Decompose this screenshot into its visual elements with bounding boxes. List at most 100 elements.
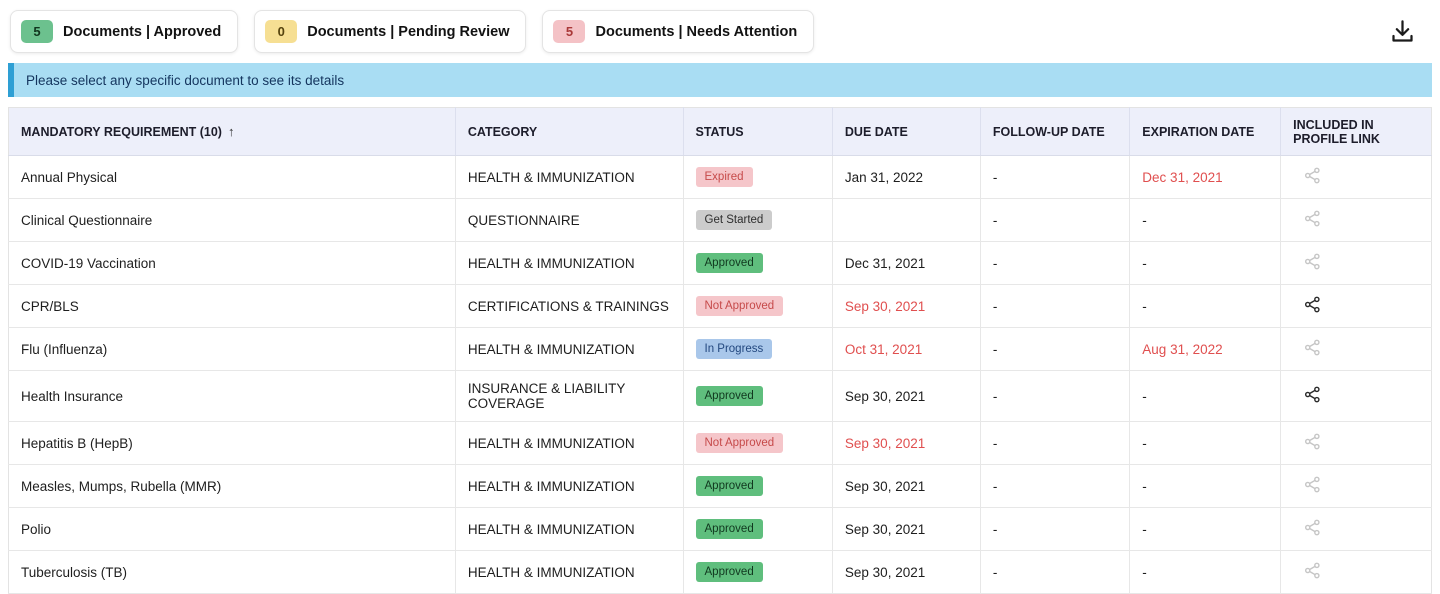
- category-cell: HEALTH & IMMUNIZATION: [455, 508, 683, 551]
- category-cell: HEALTH & IMMUNIZATION: [455, 242, 683, 285]
- table-row[interactable]: CPR/BLS CERTIFICATIONS & TRAININGS Not A…: [9, 285, 1432, 328]
- category-cell: HEALTH & IMMUNIZATION: [455, 465, 683, 508]
- requirement-cell: CPR/BLS: [9, 285, 456, 328]
- due-date-cell: Jan 31, 2022: [832, 156, 980, 199]
- column-header-category[interactable]: CATEGORY: [455, 108, 683, 156]
- card-documents-attention[interactable]: 5 Documents | Needs Attention: [542, 10, 814, 53]
- share-icon[interactable]: [1303, 252, 1322, 274]
- table-row[interactable]: Polio HEALTH & IMMUNIZATION Approved Sep…: [9, 508, 1432, 551]
- attention-card-label: Documents | Needs Attention: [595, 24, 797, 40]
- profile-link-cell: [1281, 285, 1432, 328]
- due-date-cell: Sep 30, 2021: [832, 422, 980, 465]
- status-cell: Not Approved: [683, 285, 832, 328]
- requirement-cell: Hepatitis B (HepB): [9, 422, 456, 465]
- expiration-date-cell: -: [1130, 422, 1281, 465]
- follow-up-date-cell: -: [980, 156, 1129, 199]
- share-icon[interactable]: [1303, 385, 1322, 407]
- status-badge: Approved: [696, 562, 763, 582]
- column-header-due-date[interactable]: DUE DATE: [832, 108, 980, 156]
- category-cell: HEALTH & IMMUNIZATION: [455, 156, 683, 199]
- category-cell: CERTIFICATIONS & TRAININGS: [455, 285, 683, 328]
- expiration-date-cell: -: [1130, 508, 1281, 551]
- follow-up-date-cell: -: [980, 328, 1129, 371]
- due-date-cell: Sep 30, 2021: [832, 551, 980, 594]
- due-date-cell: Sep 30, 2021: [832, 508, 980, 551]
- status-cell: Expired: [683, 156, 832, 199]
- attention-count-badge: 5: [553, 20, 585, 43]
- status-badge: Approved: [696, 253, 763, 273]
- requirement-cell: Polio: [9, 508, 456, 551]
- table-row[interactable]: Annual Physical HEALTH & IMMUNIZATION Ex…: [9, 156, 1432, 199]
- due-date-cell: Sep 30, 2021: [832, 371, 980, 422]
- due-date-cell: Sep 30, 2021: [832, 285, 980, 328]
- column-header-status[interactable]: STATUS: [683, 108, 832, 156]
- documents-table: MANDATORY REQUIREMENT (10) ↑ CATEGORY STA…: [8, 107, 1432, 594]
- profile-link-cell: [1281, 199, 1432, 242]
- share-icon[interactable]: [1303, 432, 1322, 454]
- table-row[interactable]: Clinical Questionnaire QUESTIONNAIRE Get…: [9, 199, 1432, 242]
- table-row[interactable]: Flu (Influenza) HEALTH & IMMUNIZATION In…: [9, 328, 1432, 371]
- category-cell: INSURANCE & LIABILITY COVERAGE: [455, 371, 683, 422]
- share-icon[interactable]: [1303, 166, 1322, 188]
- requirement-cell: COVID-19 Vaccination: [9, 242, 456, 285]
- column-header-follow-up-date[interactable]: FOLLOW-UP DATE: [980, 108, 1129, 156]
- category-cell: HEALTH & IMMUNIZATION: [455, 328, 683, 371]
- table-row[interactable]: Hepatitis B (HepB) HEALTH & IMMUNIZATION…: [9, 422, 1432, 465]
- table-row[interactable]: Measles, Mumps, Rubella (MMR) HEALTH & I…: [9, 465, 1432, 508]
- pending-card-label: Documents | Pending Review: [307, 24, 509, 40]
- card-documents-approved[interactable]: 5 Documents | Approved: [10, 10, 238, 53]
- approved-count-badge: 5: [21, 20, 53, 43]
- profile-link-cell: [1281, 371, 1432, 422]
- approved-card-label: Documents | Approved: [63, 24, 221, 40]
- summary-bar: 5 Documents | Approved 0 Documents | Pen…: [8, 8, 1432, 63]
- table-body: Annual Physical HEALTH & IMMUNIZATION Ex…: [9, 156, 1432, 594]
- requirement-cell: Health Insurance: [9, 371, 456, 422]
- category-cell: QUESTIONNAIRE: [455, 199, 683, 242]
- profile-link-cell: [1281, 422, 1432, 465]
- requirement-cell: Clinical Questionnaire: [9, 199, 456, 242]
- status-badge: Get Started: [696, 210, 773, 230]
- banner-text: Please select any specific document to s…: [14, 73, 344, 88]
- status-badge: Expired: [696, 167, 753, 187]
- requirement-cell: Measles, Mumps, Rubella (MMR): [9, 465, 456, 508]
- status-badge: Not Approved: [696, 296, 784, 316]
- follow-up-date-cell: -: [980, 242, 1129, 285]
- profile-link-cell: [1281, 156, 1432, 199]
- status-badge: Approved: [696, 519, 763, 539]
- table-row[interactable]: Tuberculosis (TB) HEALTH & IMMUNIZATION …: [9, 551, 1432, 594]
- column-header-included-in-profile-link[interactable]: INCLUDED IN PROFILE LINK: [1281, 108, 1432, 156]
- download-button[interactable]: [1389, 16, 1428, 48]
- profile-link-cell: [1281, 328, 1432, 371]
- follow-up-date-cell: -: [980, 508, 1129, 551]
- status-cell: Approved: [683, 242, 832, 285]
- expiration-date-cell: -: [1130, 551, 1281, 594]
- column-header-expiration-date[interactable]: EXPIRATION DATE: [1130, 108, 1281, 156]
- status-cell: Approved: [683, 371, 832, 422]
- status-badge: Not Approved: [696, 433, 784, 453]
- column-header-label: FOLLOW-UP DATE: [993, 125, 1105, 139]
- profile-link-cell: [1281, 551, 1432, 594]
- column-header-label: DUE DATE: [845, 125, 908, 139]
- status-badge: Approved: [696, 386, 763, 406]
- share-icon[interactable]: [1303, 209, 1322, 231]
- card-documents-pending[interactable]: 0 Documents | Pending Review: [254, 10, 526, 53]
- column-header-label: MANDATORY REQUIREMENT (10): [21, 125, 222, 139]
- follow-up-date-cell: -: [980, 199, 1129, 242]
- due-date-cell: Sep 30, 2021: [832, 465, 980, 508]
- status-cell: Approved: [683, 551, 832, 594]
- share-icon[interactable]: [1303, 475, 1322, 497]
- share-icon[interactable]: [1303, 338, 1322, 360]
- status-cell: In Progress: [683, 328, 832, 371]
- table-row[interactable]: Health Insurance INSURANCE & LIABILITY C…: [9, 371, 1432, 422]
- status-badge: Approved: [696, 476, 763, 496]
- profile-link-cell: [1281, 508, 1432, 551]
- sort-ascending-icon[interactable]: ↑: [228, 124, 235, 139]
- share-icon[interactable]: [1303, 518, 1322, 540]
- column-header-mandatory-requirement[interactable]: MANDATORY REQUIREMENT (10) ↑: [9, 108, 456, 156]
- expiration-date-cell: -: [1130, 465, 1281, 508]
- status-cell: Not Approved: [683, 422, 832, 465]
- share-icon[interactable]: [1303, 295, 1322, 317]
- requirement-cell: Annual Physical: [9, 156, 456, 199]
- share-icon[interactable]: [1303, 561, 1322, 583]
- table-row[interactable]: COVID-19 Vaccination HEALTH & IMMUNIZATI…: [9, 242, 1432, 285]
